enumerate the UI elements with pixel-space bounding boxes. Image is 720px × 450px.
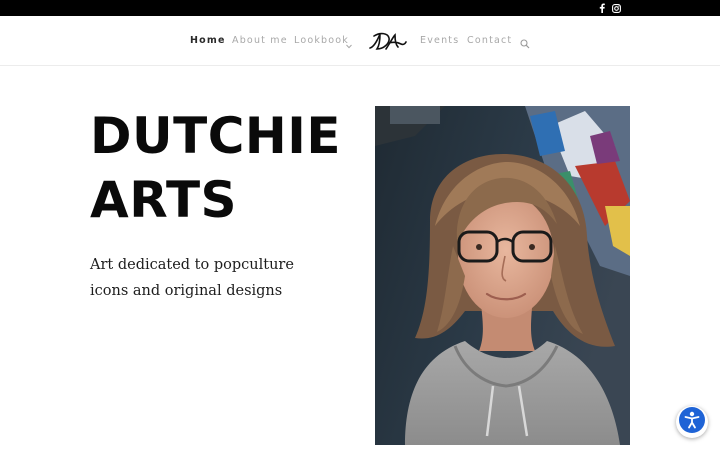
hero-subtitle-line: Art dedicated to popculture (90, 257, 294, 273)
hero-title-line: DUTCHIE (90, 107, 342, 165)
chevron-down-icon[interactable] (346, 36, 352, 54)
hero-subtitle: Art dedicated to popculture icons and or… (90, 252, 330, 304)
nav-item-lookbook[interactable]: Lookbook (294, 35, 349, 46)
nav-item-home[interactable]: Home (190, 35, 226, 46)
nav-item-contact[interactable]: Contact (467, 35, 512, 46)
instagram-icon[interactable] (610, 2, 622, 14)
main-header: Home About me Lookbook Events Contact (0, 16, 720, 66)
artist-portrait (375, 106, 630, 445)
top-bar (0, 0, 720, 16)
hero-title-line: ARTS (90, 171, 238, 229)
search-icon[interactable] (520, 36, 530, 49)
nav-item-events[interactable]: Events (420, 35, 459, 46)
facebook-icon[interactable] (596, 2, 608, 14)
accessibility-icon (678, 406, 706, 439)
hero-title: DUTCHIE ARTS (90, 104, 360, 232)
accessibility-button[interactable] (676, 406, 708, 438)
dutchie-arts-logo[interactable] (365, 26, 407, 56)
nav-item-about-me[interactable]: About me (232, 35, 288, 46)
hero-subtitle-line: icons and original designs (90, 283, 283, 299)
